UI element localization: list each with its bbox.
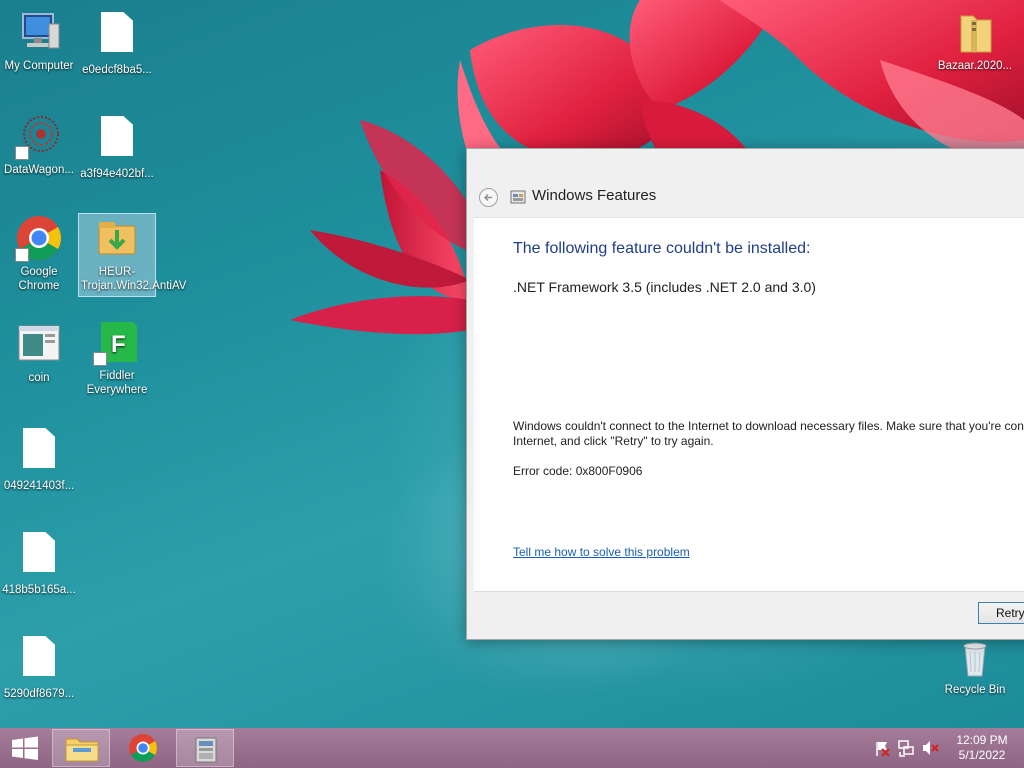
- desktop-icon-label: Fiddler Everywhere: [86, 370, 148, 396]
- computer-icon: [15, 8, 63, 56]
- shortcut-arrow-icon: [93, 352, 107, 366]
- datawagon-icon: [15, 112, 63, 160]
- desktop-icon-label: My Computer: [4, 60, 74, 72]
- chrome-icon: [15, 214, 63, 262]
- desktop-icon-my-computer[interactable]: My Computer: [0, 8, 78, 73]
- svg-text:F: F: [111, 331, 126, 358]
- desktop-icon-file[interactable]: e0edcf8ba5...: [78, 8, 156, 77]
- network-icon[interactable]: [896, 728, 916, 768]
- retry-button[interactable]: Retry: [978, 602, 1024, 624]
- desktop-icon-datawagon[interactable]: DataWagon...: [0, 112, 78, 177]
- desktop-icon-label: Recycle Bin: [944, 684, 1006, 696]
- desktop-icon-coin[interactable]: coin: [0, 320, 78, 385]
- desktop-icon-file[interactable]: 049241403f...: [0, 424, 78, 493]
- system-clock[interactable]: 12:09 PM 5/1/2022: [944, 733, 1020, 763]
- dialog-title: Windows Features: [532, 187, 657, 204]
- desktop-icon-heur-trojan[interactable]: HEUR-Trojan.Win32.AntiAV: [78, 213, 187, 297]
- desktop-icon-file[interactable]: 5290df8679...: [0, 632, 78, 701]
- file-icon: [93, 12, 141, 60]
- file-icon: [15, 636, 63, 684]
- desktop-icon-label: 418b5b165a...: [2, 584, 76, 596]
- feature-name: .NET Framework 3.5 (includes .NET 2.0 an…: [513, 279, 816, 295]
- desktop-icon-label: 5290df8679...: [3, 688, 75, 700]
- window-app-icon: [15, 320, 63, 368]
- dialog-content: The following feature couldn't be instal…: [474, 217, 1024, 591]
- clock-time: 12:09 PM: [956, 733, 1008, 747]
- desktop-icon-label: Google Chrome: [18, 266, 60, 292]
- desktop-icon-label: HEUR-Trojan.Win32.AntiAV: [81, 266, 187, 292]
- windows-features-dialog: Windows Features The following feature c…: [466, 148, 1024, 640]
- error-code: Error code: 0x800F0906: [513, 464, 643, 478]
- chrome-icon: [129, 734, 157, 762]
- windows-features-icon: [510, 189, 526, 205]
- shortcut-arrow-icon: [15, 146, 29, 160]
- file-icon: [15, 532, 63, 580]
- desktop-icon-file[interactable]: 418b5b165a...: [0, 528, 78, 597]
- taskbar: 12:09 PM 5/1/2022: [0, 728, 1024, 768]
- taskbar-file-explorer[interactable]: [52, 729, 110, 767]
- desktop-icon-label: coin: [28, 372, 50, 384]
- dialog-heading: The following feature couldn't be instal…: [513, 240, 811, 257]
- dialog-footer: Retry: [474, 591, 1024, 631]
- fiddler-icon: F: [93, 318, 141, 366]
- installer-icon: [195, 737, 217, 763]
- taskbar-installer[interactable]: [176, 729, 234, 767]
- start-button[interactable]: [0, 728, 50, 768]
- error-message-line: Internet, and click "Retry" to try again…: [513, 434, 714, 448]
- file-explorer-icon: [65, 738, 99, 762]
- desktop-icon-google-chrome[interactable]: Google Chrome: [0, 214, 78, 293]
- windows-logo-icon: [12, 736, 38, 760]
- file-icon: [93, 116, 141, 164]
- zip-folder-icon: [951, 8, 999, 56]
- desktop-icon-label: DataWagon...: [4, 164, 74, 176]
- error-message-line: Windows couldn't connect to the Internet…: [513, 419, 1024, 433]
- taskbar-chrome[interactable]: [114, 729, 172, 767]
- desktop-icon-label: 049241403f...: [3, 480, 75, 492]
- error-message: Windows couldn't connect to the Internet…: [513, 419, 1024, 449]
- file-icon: [15, 428, 63, 476]
- desktop-icon-file[interactable]: a3f94e402bf...: [78, 112, 156, 181]
- installer-package-icon: [93, 214, 141, 262]
- desktop: My Computer e0edcf8ba5... DataWagon... a…: [0, 0, 1024, 728]
- clock-date: 5/1/2022: [958, 748, 1006, 762]
- desktop-icon-label: a3f94e402bf...: [80, 168, 154, 180]
- back-arrow-icon[interactable]: [479, 188, 498, 207]
- action-center-flag-icon[interactable]: [872, 728, 892, 768]
- desktop-icon-recycle-bin[interactable]: Recycle Bin: [936, 632, 1014, 697]
- volume-muted-icon[interactable]: [920, 728, 940, 768]
- desktop-icon-label: e0edcf8ba5...: [82, 64, 152, 76]
- dialog-titlebar: Windows Features: [467, 149, 1024, 217]
- desktop-icon-label: Bazaar.2020...: [937, 60, 1013, 72]
- shortcut-arrow-icon: [15, 248, 29, 262]
- desktop-icon-bazaar-folder[interactable]: Bazaar.2020...: [936, 8, 1014, 73]
- desktop-icon-fiddler[interactable]: F Fiddler Everywhere: [78, 318, 156, 397]
- help-link[interactable]: Tell me how to solve this problem: [513, 545, 690, 559]
